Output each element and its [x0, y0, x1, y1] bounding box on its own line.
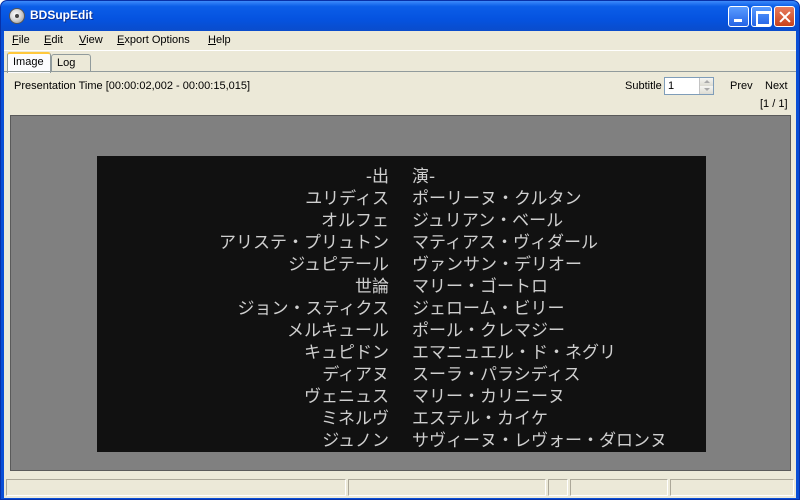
tab-log[interactable]: Log [51, 54, 91, 72]
app-disc-icon [9, 8, 25, 24]
presentation-time: Presentation Time [00:00:02,002 - 00:00:… [14, 80, 251, 92]
close-button[interactable] [774, 6, 795, 27]
tab-strip: Image Log [4, 50, 796, 73]
credit-actor: サヴィーヌ・レヴォー・ダロンヌ [412, 431, 667, 451]
credit-actor: 演- [412, 167, 436, 187]
credit-line: ヴェニュス マリー・カリニーヌ [97, 386, 706, 408]
tab-log-label: Log [57, 57, 76, 69]
credit-actor: エマニュエル・ド・ネグリ [412, 343, 616, 363]
credit-actor: スーラ・パラシディス [412, 365, 581, 385]
status-cell [6, 479, 346, 496]
credit-line: ジョン・スティクス ジェローム・ビリー [97, 298, 706, 320]
tab-image-label: Image [13, 56, 44, 68]
credit-role: ジュピテール [288, 255, 389, 275]
app-window: BDSupEdit File Edit View Export Options … [0, 0, 800, 500]
title-bar[interactable]: BDSupEdit [1, 1, 799, 31]
next-button[interactable]: Next [765, 80, 788, 92]
spinner-down-arrow-icon[interactable] [699, 86, 713, 94]
menu-help-mnemonic: H [208, 34, 216, 46]
credit-actor: ジェローム・ビリー [412, 299, 565, 319]
credit-line: -出 演- [97, 166, 706, 188]
credit-line: ユリディス ポーリーヌ・クルタン [97, 188, 706, 210]
credit-actor: マリー・ゴートロ [412, 277, 548, 297]
credit-role: 世論 [355, 277, 389, 297]
spinner-up-arrow-icon[interactable] [699, 78, 713, 86]
menu-help-label: elp [215, 34, 231, 46]
credit-role: ジョン・スティクス [237, 299, 389, 319]
subtitle-label: Subtitle [625, 80, 662, 92]
credit-role: アリステ・プリュトン [219, 233, 389, 253]
minimize-button[interactable] [728, 6, 749, 27]
credit-role: メルキュール [287, 321, 389, 341]
window-title: BDSupEdit [30, 8, 93, 22]
credit-actor: エステル・カイケ [412, 409, 548, 429]
credit-actor: マリー・カリニーヌ [412, 387, 565, 407]
credit-actor: ジュリアン・ベール [412, 211, 564, 231]
credit-line: メルキュール ポール・クレマジー [97, 320, 706, 342]
status-cell [570, 479, 668, 496]
credit-actor: マティアス・ヴィダール [412, 233, 598, 253]
credit-line: ジュノン サヴィーヌ・レヴォー・ダロンヌ [97, 430, 706, 452]
status-cell [670, 479, 794, 496]
credit-role: ミネルヴ [321, 409, 389, 429]
menu-edit-label: dit [51, 34, 63, 46]
tab-divider [4, 71, 796, 72]
credit-role: ヴェニュス [304, 387, 389, 407]
status-cell [348, 479, 546, 496]
menu-view-label: iew [86, 34, 103, 46]
subtitle-spinner[interactable] [664, 77, 714, 95]
credit-actor: ポーリーヌ・クルタン [412, 189, 582, 209]
credit-line: キュピドン エマニュエル・ド・ネグリ [97, 342, 706, 364]
menu-file-label: ile [18, 34, 30, 46]
prev-button[interactable]: Prev [730, 80, 753, 92]
credit-role: オルフェ [321, 211, 389, 231]
status-cell [548, 479, 568, 496]
client-area: File Edit View Export Options Help Image… [4, 31, 796, 498]
credit-line: ディアヌ スーラ・パラシディス [97, 364, 706, 386]
menu-file[interactable]: File [12, 34, 30, 46]
menu-bar: File Edit View Export Options Help [4, 31, 796, 50]
credit-role: ジュノン [322, 431, 389, 451]
tab-image[interactable]: Image [7, 52, 51, 73]
menu-help[interactable]: Help [208, 34, 231, 46]
credit-actor: ポール・クレマジー [412, 321, 565, 341]
menu-export-options[interactable]: Export Options [117, 34, 190, 46]
menu-file-mnemonic: F [12, 34, 19, 46]
credit-line: ジュピテール ヴァンサン・デリオー [97, 254, 706, 276]
credit-role: キュピドン [304, 343, 389, 363]
credit-role: ディアヌ [322, 365, 389, 385]
credit-role: -出 [365, 167, 389, 187]
menu-edit[interactable]: Edit [44, 34, 63, 46]
maximize-button[interactable] [751, 6, 772, 27]
credit-line: オルフェ ジュリアン・ベール [97, 210, 706, 232]
credit-role: ユリディス [305, 189, 389, 209]
subtitle-number-input[interactable] [665, 78, 698, 94]
page-indicator: [1 / 1] [760, 98, 788, 110]
subtitle-image: -出 演- ユリディス ポーリーヌ・クルタン オルフェ ジュリアン・ベール アリステ・… [97, 156, 706, 452]
credit-line: アリステ・プリュトン マティアス・ヴィダール [97, 232, 706, 254]
credit-actor: ヴァンサン・デリオー [412, 255, 582, 275]
credit-line: ミネルヴ エステル・カイケ [97, 408, 706, 430]
status-bar [4, 478, 796, 498]
menu-export-label: xport Options [124, 34, 190, 46]
menu-view[interactable]: View [79, 34, 103, 46]
subtitle-preview-area: -出 演- ユリディス ポーリーヌ・クルタン オルフェ ジュリアン・ベール アリステ・… [10, 115, 791, 471]
credit-line: 世論 マリー・ゴートロ [97, 276, 706, 298]
